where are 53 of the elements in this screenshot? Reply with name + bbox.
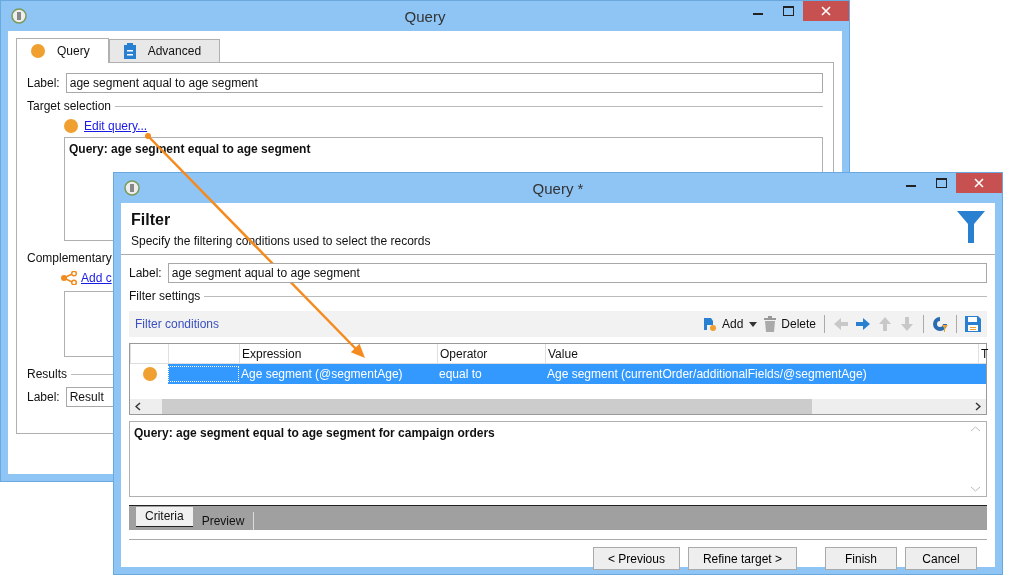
dialog-button[interactable]: Finish	[825, 547, 897, 570]
table-cell-text: Age segment (currentOrder/additionalFields/@segmentAge)	[546, 367, 868, 381]
window-title: Query *	[532, 179, 584, 197]
tab[interactable]: Preview	[192, 512, 255, 530]
table-cell-text: Age segment (@segmentAge)	[240, 367, 404, 381]
maximize-icon[interactable]	[782, 6, 794, 16]
table-cell-text: equal to	[438, 367, 483, 381]
status-dot-icon	[31, 44, 45, 58]
save-icon[interactable]	[965, 316, 981, 332]
filter-icon	[957, 211, 985, 243]
tab[interactable]: Criteria	[136, 507, 193, 527]
section-title: Filter settings	[129, 289, 201, 303]
refresh-icon[interactable]	[932, 316, 948, 332]
label-field[interactable]: age segment aqual to age segment	[167, 263, 987, 283]
close-icon[interactable]	[821, 6, 831, 16]
clipboard-icon	[123, 43, 136, 59]
scroll-right-icon[interactable]	[975, 402, 981, 411]
filter-conditions-title: Filter conditions	[135, 317, 220, 331]
app-icon	[11, 8, 27, 24]
label-caption: Label:	[27, 76, 60, 90]
section-title: Results	[27, 367, 67, 381]
add-button[interactable]: Add	[701, 316, 744, 332]
query-summary: Query: age segment equal to age segment for campaign orders	[134, 426, 495, 442]
horizontal-scrollbar[interactable]	[130, 399, 986, 414]
section-title: Target selection	[27, 99, 112, 113]
section-title: Complementary	[27, 251, 112, 265]
status-dot-icon	[143, 367, 157, 381]
maximize-icon[interactable]	[935, 178, 947, 188]
window-title: Query	[404, 7, 446, 25]
close-icon[interactable]	[974, 178, 984, 188]
column-header[interactable]: T	[978, 344, 986, 363]
status-dot-icon	[64, 119, 78, 133]
app-icon	[124, 180, 140, 196]
scroll-left-icon[interactable]	[135, 402, 141, 411]
label-caption: Label:	[129, 266, 162, 280]
dialog-button[interactable]: Cancel	[905, 547, 977, 570]
tab[interactable]: Advanced	[108, 39, 221, 62]
tab[interactable]: Query	[16, 38, 109, 63]
delete-button[interactable]: Delete	[763, 316, 816, 332]
trash-icon[interactable]	[763, 316, 778, 332]
dialog-button[interactable]: Refine target >	[687, 547, 797, 570]
edit-query-link[interactable]: Edit query...	[84, 119, 148, 133]
add-condition-icon[interactable]	[701, 316, 718, 332]
dialog-button[interactable]: < Previous	[592, 547, 680, 570]
column-header[interactable]: Value	[545, 344, 978, 363]
share-icon	[61, 271, 77, 285]
label-caption: Label:	[27, 390, 60, 404]
column-header[interactable]: Operator	[437, 344, 545, 363]
caret-icon[interactable]	[749, 321, 758, 327]
filter-heading: Filter	[131, 211, 172, 229]
arrow-right-icon[interactable]	[855, 316, 871, 332]
add-link[interactable]: Add c	[81, 271, 112, 285]
label-field[interactable]: age segment aqual to age segment	[65, 73, 823, 93]
